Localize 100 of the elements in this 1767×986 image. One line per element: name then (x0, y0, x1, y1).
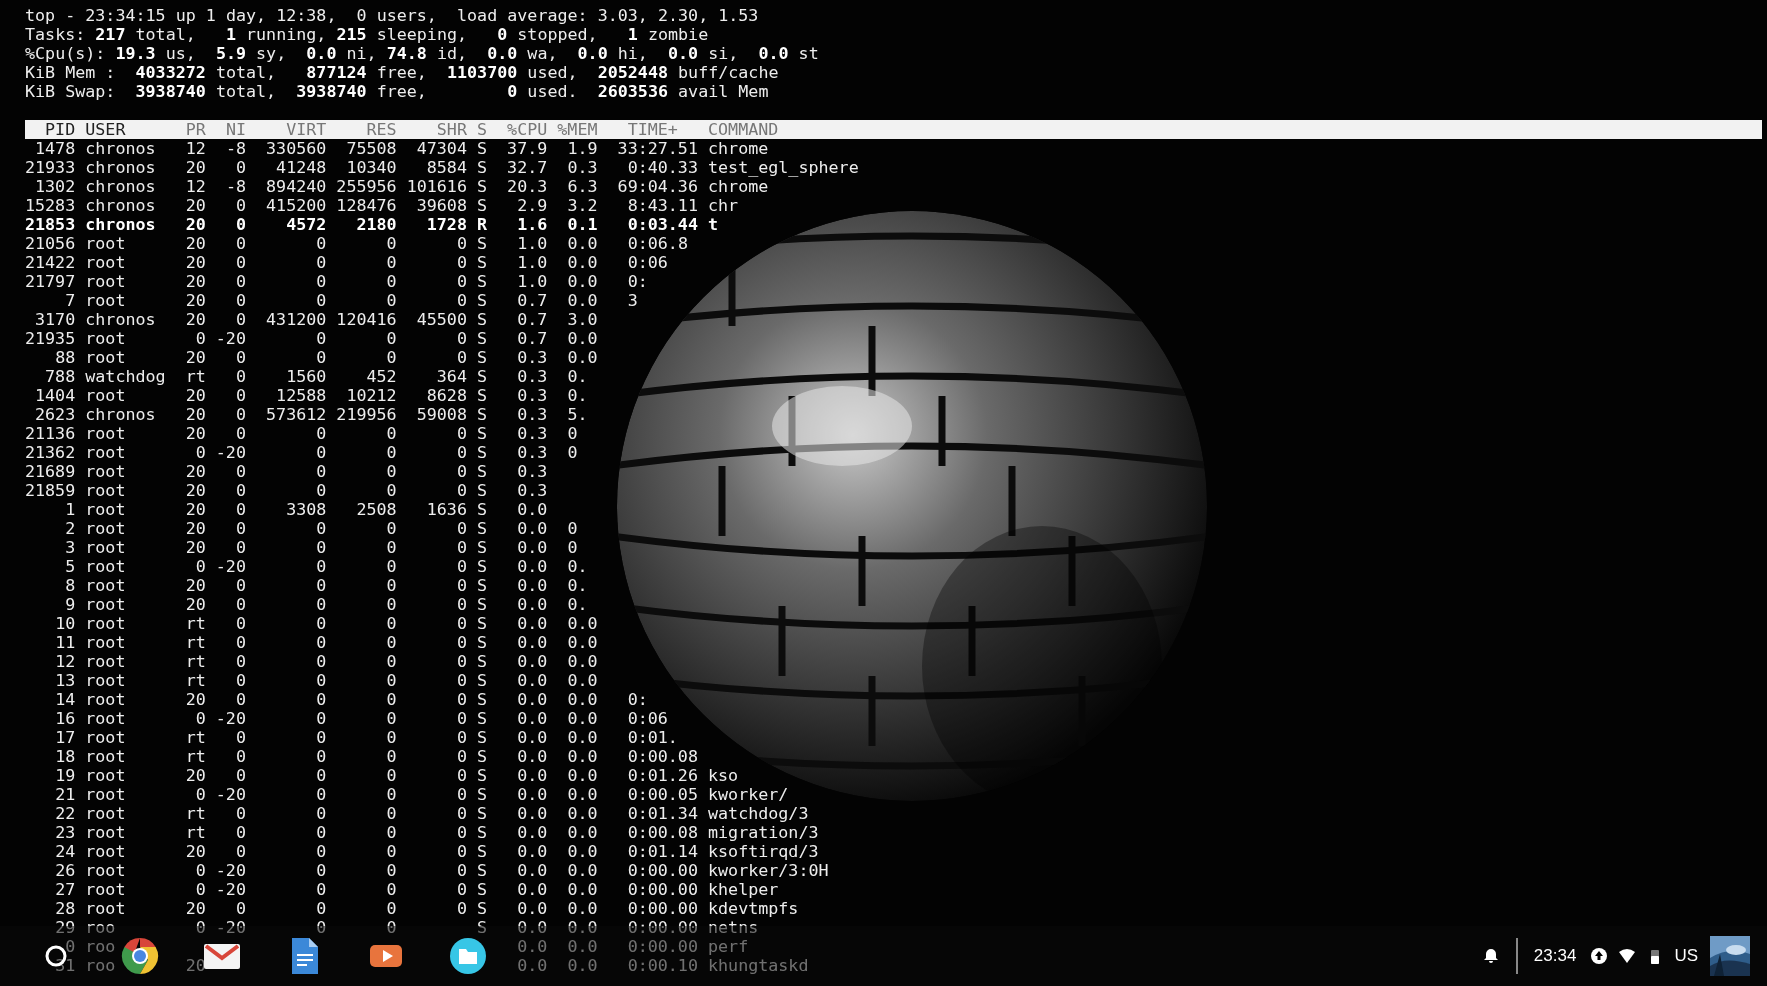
table-cell: 21853 (25, 215, 76, 234)
table-cell: 0 (235, 367, 246, 386)
table-cell: 8 (65, 576, 76, 595)
table-cell: perf (708, 937, 749, 956)
table-cell: 69:04.36 (617, 177, 698, 196)
table-cell: 0 (235, 842, 246, 861)
table-cell: 0 (386, 823, 397, 842)
table-cell: 3.0 (567, 310, 598, 329)
table-cell: 4572 (286, 215, 327, 234)
table-cell: 20 (185, 519, 206, 538)
table-cell: 0 (386, 709, 397, 728)
table-cell: S (477, 557, 488, 576)
table-cell: 0 (235, 386, 246, 405)
table-cell: 12588 (276, 386, 327, 405)
table-cell: S (477, 880, 488, 899)
column-header[interactable]: PID (45, 120, 76, 139)
table-cell: 0 (456, 709, 467, 728)
table-cell: 20 (185, 196, 206, 215)
table-cell: S (477, 405, 488, 424)
table-cell: 0 (195, 880, 206, 899)
table-cell: 13 (55, 671, 76, 690)
column-header[interactable]: VIRT (286, 120, 327, 139)
table-cell: 0 (195, 443, 206, 462)
table-cell: kworker/ (708, 785, 789, 804)
table-cell: 0 (235, 272, 246, 291)
table-cell: 0 (316, 633, 327, 652)
table-cell: 0:00.00 (627, 918, 698, 937)
table-cell: 3170 (35, 310, 76, 329)
table-cell: 0:40.33 (627, 158, 698, 177)
table-cell: 1.6 (517, 215, 548, 234)
table-cell: 0 (386, 861, 397, 880)
table-cell: 0 (386, 690, 397, 709)
table-cell: root (85, 614, 126, 633)
table-cell: 0:00.00 (627, 880, 698, 899)
table-cell: 0.0 (517, 880, 548, 899)
table-cell: 0.0 (517, 842, 548, 861)
table-cell: root (85, 633, 126, 652)
table-cell: watchdog/3 (708, 804, 809, 823)
table-cell: 0 (386, 728, 397, 747)
table-cell: 0 (386, 899, 397, 918)
column-header[interactable]: TIME+ (627, 120, 698, 139)
table-cell: 19 (55, 766, 76, 785)
table-cell: 0 (456, 842, 467, 861)
table-cell: R (477, 215, 488, 234)
table-cell: 0.7 (517, 291, 548, 310)
table-cell: S (477, 652, 488, 671)
table-cell: 0 (235, 690, 246, 709)
table-cell: root (85, 785, 126, 804)
table-cell: 0.0 (517, 519, 548, 538)
table-cell: 15283 (25, 196, 76, 215)
table-cell: 128476 (336, 196, 397, 215)
column-header[interactable]: %CPU (507, 120, 548, 139)
table-cell: root (85, 823, 126, 842)
table-cell: S (477, 424, 488, 443)
table-cell: 20 (185, 481, 206, 500)
table-cell-text: 0:06 (627, 253, 669, 272)
column-header[interactable]: S (477, 120, 488, 139)
table-cell: roo (85, 937, 116, 956)
table-cell: 0 (235, 538, 246, 557)
column-header[interactable]: COMMAND (708, 120, 779, 139)
table-cell: 2508 (356, 500, 397, 519)
table-cell: 41248 (276, 158, 327, 177)
table-cell: 0 (386, 747, 397, 766)
column-header[interactable]: SHR (436, 120, 467, 139)
table-cell: 0.0 (567, 880, 598, 899)
table-cell: 0 (65, 937, 76, 956)
table-cell: S (477, 747, 488, 766)
table-cell: chronos (85, 196, 156, 215)
table-cell: S (477, 823, 488, 842)
table-cell: 0 (386, 234, 397, 253)
table-cell: 0 (456, 253, 467, 272)
column-header[interactable]: PR (185, 120, 206, 139)
table-cell: 0.0 (517, 690, 548, 709)
table-cell: S (477, 348, 488, 367)
table-cell: 0.0 (567, 633, 598, 652)
table-cell: 0 (235, 253, 246, 272)
table-cell: 20 (185, 576, 206, 595)
column-header[interactable]: RES (366, 120, 397, 139)
table-cell: 0.0 (517, 633, 548, 652)
folder-icon[interactable] (448, 936, 488, 976)
table-cell: 0 (456, 728, 467, 747)
keyboard-layout[interactable]: US (1674, 946, 1698, 966)
table-cell: 1302 (35, 177, 76, 196)
browser-icon[interactable] (120, 936, 160, 976)
table-cell: 0.3 (517, 405, 548, 424)
column-header[interactable]: %MEM (557, 120, 598, 139)
table-cell: watchdog (85, 367, 166, 386)
table-cell: S (477, 899, 488, 918)
column-header[interactable]: USER (85, 120, 126, 139)
table-cell: rt (185, 633, 206, 652)
table-cell: 21935 (25, 329, 76, 348)
table-cell: 45500 (416, 310, 467, 329)
table-cell: 0 (235, 500, 246, 519)
wifi-icon[interactable] (1618, 947, 1637, 965)
clock[interactable]: 23:34 (1533, 946, 1577, 966)
table-cell: 0 (235, 766, 246, 785)
table-cell: 18 (55, 747, 76, 766)
upload-icon[interactable] (1590, 947, 1609, 965)
column-header[interactable]: NI (225, 120, 246, 139)
table-cell: root (85, 747, 126, 766)
